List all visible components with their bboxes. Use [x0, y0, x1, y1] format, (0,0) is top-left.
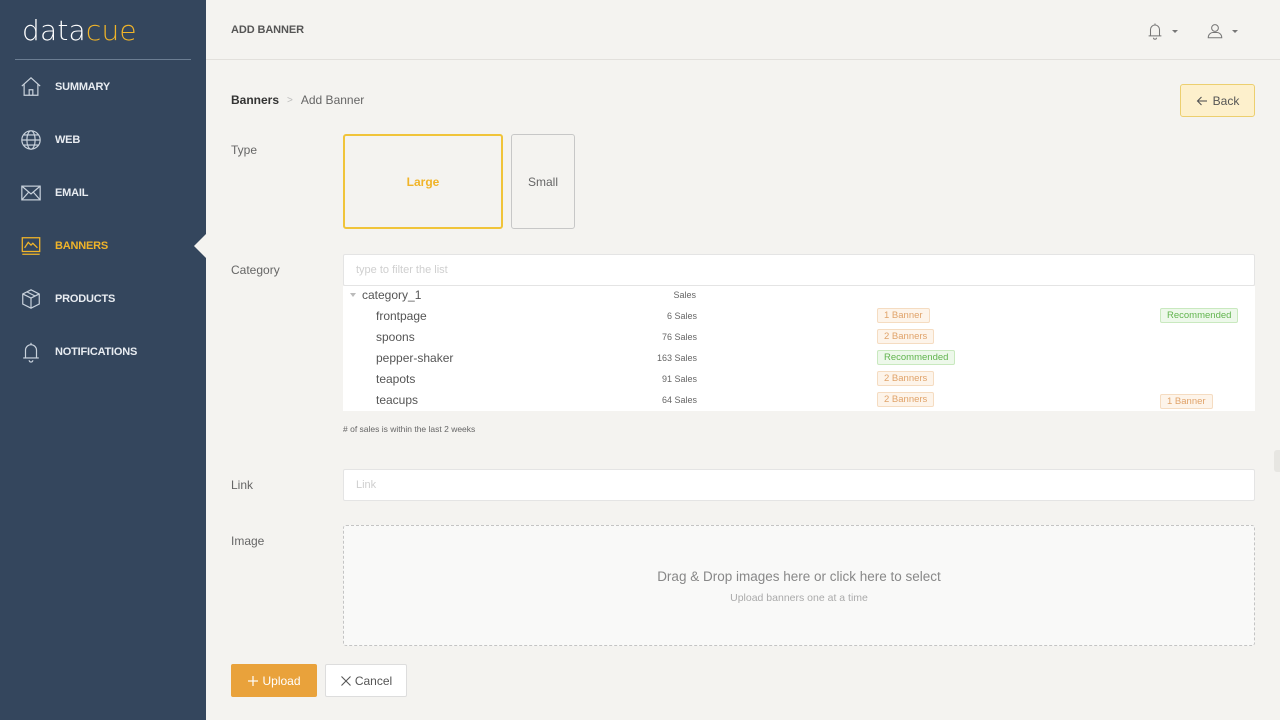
dropzone-sub-text: Upload banners one at a time: [730, 592, 868, 604]
large-banner-tag: 2 Banners: [877, 392, 935, 407]
category-group-name: category_1: [362, 288, 422, 302]
breadcrumb-root[interactable]: Banners: [231, 93, 279, 107]
category-row-spoons[interactable]: spoons 76 Sales 2 Banners: [343, 328, 1255, 349]
user-icon: [1207, 24, 1223, 39]
sidebar-item-label: NOTIFICATIONS: [55, 345, 138, 358]
image-icon: [20, 235, 42, 257]
plus-icon: [248, 675, 259, 686]
arrow-left-icon: [1196, 96, 1207, 105]
category-tree: category_1 Sales frontpage 6 Sales 1 Ban…: [343, 286, 1255, 411]
dropzone-main-text: Drag & Drop images here or click here to…: [657, 569, 941, 584]
top-bar: ADD BANNER: [206, 0, 1280, 60]
sidebar-item-email[interactable]: EMAIL: [0, 166, 206, 219]
type-option-label: Large: [406, 174, 440, 189]
cancel-button-label: Cancel: [354, 673, 393, 688]
breadcrumb-separator: >: [287, 94, 293, 106]
category-name: frontpage: [376, 309, 427, 323]
category-row-teacups[interactable]: teacups 64 Sales 2 Banners 1 Banner: [343, 391, 1255, 412]
upload-button-label: Upload: [262, 673, 301, 688]
sales-header: Sales: [673, 290, 696, 300]
caret-down-icon[interactable]: [350, 293, 356, 297]
sidebar-item-label: SUMMARY: [55, 80, 111, 93]
breadcrumb: Banners > Add Banner: [231, 93, 364, 107]
sidebar-item-banners[interactable]: BANNERS: [0, 219, 206, 272]
chevron-down-icon: [1232, 29, 1238, 33]
category-name: teacups: [376, 393, 419, 407]
category-sales: 76 Sales: [661, 332, 697, 342]
upload-button[interactable]: Upload: [231, 664, 317, 697]
category-label: Category: [231, 263, 280, 277]
user-menu[interactable]: [1206, 22, 1238, 40]
sidebar-item-products[interactable]: PRODUCTS: [0, 272, 206, 325]
type-label: Type: [231, 143, 258, 157]
large-banner-tag: Recommended: [877, 350, 956, 365]
logo[interactable]: datacue: [22, 14, 137, 47]
category-filter-input[interactable]: [343, 254, 1255, 286]
logo-text-accent: cue: [85, 14, 137, 47]
large-banner-tag: 2 Banners: [877, 371, 935, 386]
category-name: teapots: [376, 372, 416, 386]
link-input[interactable]: [343, 469, 1255, 501]
category-row-frontpage[interactable]: frontpage 6 Sales 1 Banner Recommended: [343, 307, 1255, 328]
globe-icon: [20, 129, 42, 151]
large-banner-tag: 1 Banner: [877, 308, 930, 323]
notifications-menu[interactable]: [1146, 22, 1178, 40]
type-option-label: Small: [527, 174, 558, 189]
close-icon: [340, 675, 351, 686]
category-group-row[interactable]: category_1 Sales: [343, 286, 1255, 307]
cancel-button[interactable]: Cancel: [325, 664, 407, 697]
sidebar: datacue SUMMARY WEB EMAIL BANNERS PRODUC…: [0, 0, 206, 720]
chevron-down-icon: [1172, 29, 1178, 33]
sidebar-nav: SUMMARY WEB EMAIL BANNERS PRODUCTS NOTIF…: [0, 60, 206, 378]
type-option-large[interactable]: Large: [343, 134, 503, 229]
sidebar-item-label: BANNERS: [55, 239, 108, 252]
category-name: spoons: [376, 330, 415, 344]
sales-note: # of sales is within the last 2 weeks: [343, 424, 476, 434]
category-name: pepper-shaker: [376, 351, 454, 365]
category-sales: 91 Sales: [661, 374, 697, 384]
active-indicator: [194, 233, 206, 258]
bell-icon: [20, 341, 42, 363]
category-sales: 163 Sales: [656, 353, 697, 363]
box-icon: [20, 288, 42, 310]
back-button[interactable]: Back: [1180, 84, 1255, 117]
envelope-icon: [20, 182, 42, 204]
category-sales: 64 Sales: [661, 395, 697, 405]
logo-text-primary: data: [22, 14, 86, 47]
sidebar-item-label: PRODUCTS: [55, 292, 116, 305]
home-icon: [20, 76, 42, 98]
small-banner-tag: 1 Banner: [1160, 394, 1213, 409]
type-option-small[interactable]: Small: [511, 134, 575, 229]
sidebar-item-label: EMAIL: [55, 186, 89, 199]
breadcrumb-current: Add Banner: [300, 93, 365, 107]
bell-icon: [1148, 23, 1162, 40]
image-label: Image: [231, 534, 265, 548]
sidebar-item-label: WEB: [55, 133, 81, 146]
large-banner-tag: 2 Banners: [877, 329, 935, 344]
sidebar-item-web[interactable]: WEB: [0, 113, 206, 166]
category-row-pepper-shaker[interactable]: pepper-shaker 163 Sales Recommended: [343, 349, 1255, 370]
sidebar-item-summary[interactable]: SUMMARY: [0, 60, 206, 113]
back-button-label: Back: [1212, 93, 1240, 108]
small-banner-tag: Recommended: [1160, 308, 1239, 323]
page-title: ADD BANNER: [231, 24, 304, 36]
sidebar-item-notifications[interactable]: NOTIFICATIONS: [0, 325, 206, 378]
image-dropzone[interactable]: Drag & Drop images here or click here to…: [343, 525, 1255, 646]
category-sales: 6 Sales: [666, 311, 697, 321]
scrollbar-handle[interactable]: [1274, 450, 1280, 472]
link-label: Link: [231, 478, 254, 492]
category-row-teapots[interactable]: teapots 91 Sales 2 Banners: [343, 370, 1255, 391]
